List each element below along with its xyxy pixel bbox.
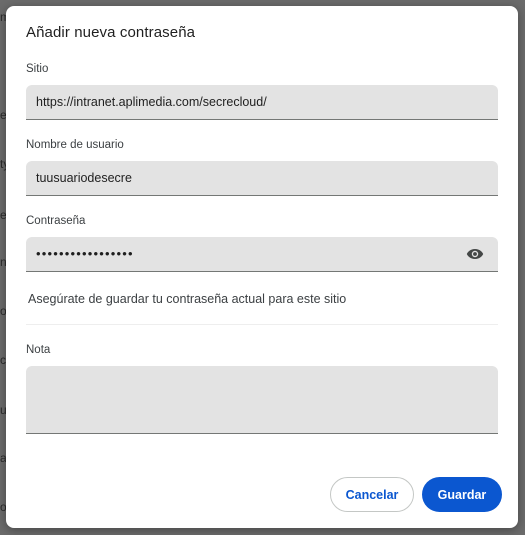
password-value: ••••••••••••••••• [36,246,134,261]
cancel-button[interactable]: Cancelar [330,477,414,512]
username-label: Nombre de usuario [26,139,124,151]
note-label: Nota [26,344,51,356]
dialog-title: Añadir nueva contraseña [26,24,196,41]
site-field[interactable]: https://intranet.aplimedia.com/secreclou… [26,85,498,120]
divider [26,324,498,325]
eye-icon[interactable] [466,247,484,261]
save-current-password-hint: Asegúrate de guardar tu contraseña actua… [28,292,347,306]
add-password-dialog: Añadir nueva contraseña Sitio https://in… [6,6,518,528]
password-label: Contraseña [26,215,86,227]
site-value: https://intranet.aplimedia.com/secreclou… [36,95,267,109]
password-field[interactable]: ••••••••••••••••• [26,237,498,272]
username-field[interactable]: tuusuariodesecre [26,161,498,196]
save-button[interactable]: Guardar [422,477,502,512]
site-label: Sitio [26,63,49,75]
note-textarea[interactable] [26,366,498,434]
username-value: tuusuariodesecre [36,171,132,185]
